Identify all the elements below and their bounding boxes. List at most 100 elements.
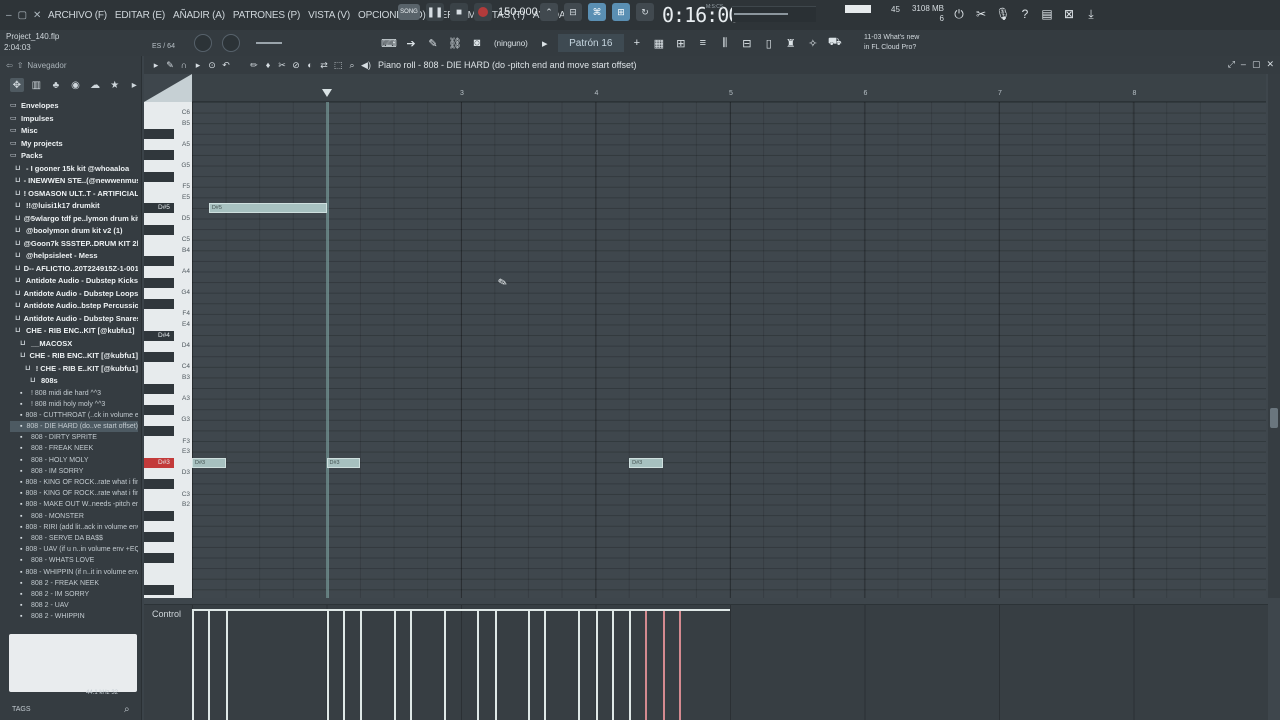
browser-item[interactable]: ▪ 808 2 - UAV xyxy=(10,600,138,611)
black-key[interactable] xyxy=(144,426,174,436)
menu-anadir[interactable]: AÑADIR (A) xyxy=(171,10,227,21)
browser-item[interactable]: ▪ 808 - FREAK NEEK xyxy=(10,443,138,454)
browser-item[interactable]: ⊔ Antidote Audio - Dubstep Snares xyxy=(10,313,138,326)
browser-item[interactable]: ▪ 808 2 - FREAK NEEK xyxy=(10,578,138,589)
browser-item[interactable]: ⊔ - INEWWEN STE..(@newwenmus) xyxy=(10,175,138,188)
velocity-bar[interactable] xyxy=(326,609,329,720)
browser-item[interactable]: ▪ ! 808 midi holy moly ^^3 xyxy=(10,399,138,410)
tags-label[interactable]: TAGS xyxy=(12,706,31,713)
tools-icon[interactable]: ✂ xyxy=(972,5,990,23)
download-icon[interactable]: ⤓ xyxy=(1082,5,1100,23)
black-key[interactable] xyxy=(144,129,174,140)
velocity-bar[interactable] xyxy=(208,609,211,720)
browser-item[interactable]: ⊔ __MACOSX xyxy=(10,338,138,351)
maximize-icon[interactable]: ▢ xyxy=(18,10,27,21)
paint-icon[interactable]: ✎ xyxy=(424,34,442,52)
close-icon[interactable]: ✕ xyxy=(33,10,41,21)
velocity-bar[interactable] xyxy=(443,609,446,720)
velocity-bar[interactable] xyxy=(544,609,547,720)
black-key[interactable] xyxy=(144,150,174,161)
velocity-bar[interactable] xyxy=(342,609,345,720)
mixer-icon[interactable]: ≡ xyxy=(694,34,712,52)
browser-item[interactable]: ⊔ D-- AFLICTIO..20T224915Z-1-001 xyxy=(10,263,138,276)
plugin-picker-icon[interactable]: ♜ xyxy=(782,34,800,52)
velocity-bar[interactable] xyxy=(393,609,396,720)
stop-button[interactable]: ■ xyxy=(450,3,468,21)
black-key[interactable] xyxy=(144,553,174,564)
tempo-display[interactable]: 150.000 xyxy=(498,6,538,18)
black-key[interactable] xyxy=(144,532,174,542)
browser-item[interactable]: ▪ 808 - CUTTHROAT (..ck in volume env) xyxy=(10,410,138,421)
browser-item[interactable]: ⊔ @boolymon drum kit v2 (1) xyxy=(10,225,138,238)
sliders-icon[interactable]: ⫼ xyxy=(716,34,734,52)
browser-item[interactable]: ▪ 808 2 - WHIPPIN xyxy=(10,611,138,622)
pin-icon[interactable]: ⇦ xyxy=(6,61,13,70)
browser-item[interactable]: ▪ 808 - DIRTY SPRITE xyxy=(10,432,138,443)
chop-icon[interactable]: ✂ xyxy=(276,59,288,71)
magnet-icon[interactable]: ∩ xyxy=(178,59,190,71)
wand-icon[interactable]: ✧ xyxy=(804,34,822,52)
note[interactable]: D#3 xyxy=(326,457,361,468)
maximize-icon[interactable]: ▢ xyxy=(1252,59,1261,70)
velocity-bar[interactable] xyxy=(528,609,531,720)
arrow-right-icon[interactable]: ▸ xyxy=(150,59,162,71)
save-icon[interactable]: ▤ xyxy=(1038,5,1056,23)
velocity-bar[interactable] xyxy=(595,609,598,720)
plugin-icon[interactable]: ⊠ xyxy=(1060,5,1078,23)
pattern-name[interactable]: Patrón 16 xyxy=(557,34,624,52)
file-icon[interactable]: ▯ xyxy=(760,34,778,52)
browser-item[interactable]: ▭ Packs xyxy=(10,150,138,163)
browser-item[interactable]: ▭ Impulses xyxy=(10,113,138,126)
browser-item[interactable]: ▭ My projects xyxy=(10,138,138,151)
browser-item[interactable]: ▪ 808 - UAV (if u n..in volume env +EQ) xyxy=(10,544,138,555)
record-button[interactable] xyxy=(474,3,492,21)
zoom-icon[interactable]: ⌕ xyxy=(346,59,358,71)
velocity-bar[interactable] xyxy=(629,609,632,720)
browser-item[interactable]: ⊔ Antidote Audio - Dubstep Kicks xyxy=(10,275,138,288)
browser-item[interactable]: ▪ 808 - KING OF ROCK..rate what i find) xyxy=(10,477,138,488)
piano-keyboard[interactable]: C6 B5 A5 G5 F5 E5 D#5 D5 C5 B4 A4 G4 F4 E4 D#4 D4 C4 B3 A3… xyxy=(144,102,192,598)
wait-input-button[interactable]: ⊟ xyxy=(564,3,582,21)
song-mode-toggle[interactable]: SONG xyxy=(398,4,420,20)
close-icon[interactable]: ✕ xyxy=(1266,59,1274,70)
arrow-right-icon[interactable]: ➔ xyxy=(402,34,420,52)
sample-preview[interactable] xyxy=(9,634,137,692)
browser-item[interactable]: ⊔ @helpsisleet - Mess xyxy=(10,250,138,263)
master-volume-knob[interactable] xyxy=(194,34,212,52)
news-panel[interactable]: 11-03 What's new in FL Cloud Pro? xyxy=(864,33,919,53)
browser-item[interactable]: ▪ 808 - RIRI (add lit..ack in volume env) xyxy=(10,522,138,533)
browser-item[interactable]: ▪ 808 - DIE HARD (do..ve start offset) xyxy=(10,421,138,433)
plugin-db-icon[interactable]: ♣ xyxy=(49,78,63,92)
menu-vista[interactable]: VISTA (V) xyxy=(306,10,352,21)
velocity-bar[interactable] xyxy=(477,609,480,720)
browser-item[interactable]: ⊔ 808s xyxy=(10,375,138,388)
microphone-icon[interactable]: 🎙 xyxy=(994,5,1012,23)
link-icon[interactable]: ⛓ xyxy=(446,34,464,52)
velocity-bar[interactable] xyxy=(645,609,648,720)
browser-item[interactable]: ⊔ - I gooner 15k kit @whoaaloa xyxy=(10,163,138,176)
browser-item[interactable]: ▪ 808 - MAKE OUT W..needs -pitch env) xyxy=(10,499,138,510)
black-key[interactable] xyxy=(144,256,174,267)
browser-item[interactable]: ⊔! OSMASON ULT..T - ARTIFICIAL xyxy=(10,188,138,201)
black-key[interactable] xyxy=(144,351,174,362)
note-grid[interactable] xyxy=(192,102,1266,598)
playlist-icon[interactable]: ▦ xyxy=(650,34,668,52)
black-key[interactable] xyxy=(144,171,174,182)
black-key[interactable] xyxy=(144,479,174,489)
browser-item[interactable]: ▭ Misc xyxy=(10,125,138,138)
browser-item[interactable]: ▪ 808 2 - IM SORRY xyxy=(10,589,138,600)
browser-item[interactable]: ⊔ @5wlargo tdf pe..lymon drum kit xyxy=(10,213,138,226)
pause-button[interactable]: ❚❚ xyxy=(426,3,444,21)
browser-item[interactable]: ⊔ Antidote Audio..bstep Percussion xyxy=(10,300,138,313)
sound-icon[interactable]: ◉ xyxy=(69,78,83,92)
current-project-icon[interactable]: ▥ xyxy=(30,78,44,92)
channel-rack-icon[interactable]: ⊞ xyxy=(672,34,690,52)
typing-keyboard-icon[interactable]: ⌨ xyxy=(380,34,398,52)
speaker-icon[interactable]: ◀) xyxy=(360,59,372,71)
menu-editar[interactable]: EDITAR (E) xyxy=(113,10,167,21)
record-icon[interactable]: ⊙ xyxy=(206,59,218,71)
browser-item[interactable]: ▪ ! 808 midi die hard ^^3 xyxy=(10,388,138,399)
event-control-lane[interactable]: Control xyxy=(144,604,1268,720)
velocity-bar[interactable] xyxy=(578,609,580,720)
black-key[interactable] xyxy=(144,404,174,415)
